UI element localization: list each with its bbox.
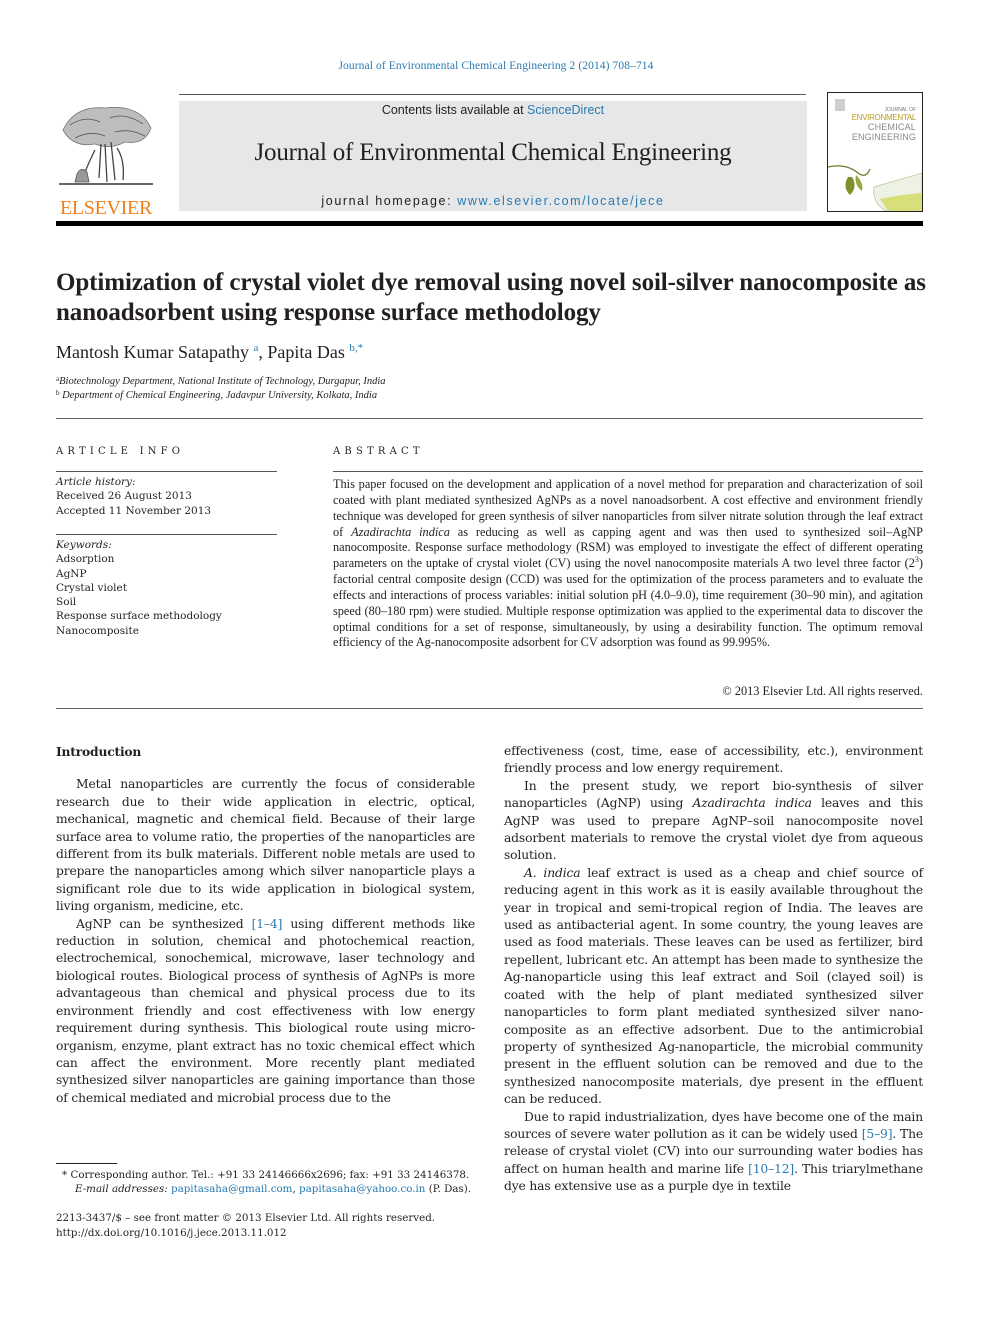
paragraph-text: leaf extract is used as a cheap and chie… [504,865,923,1107]
keyword: Adsorption [56,553,115,566]
received-date: Received 26 August 2013 [56,490,192,503]
reference-link[interactable]: [5–9] [862,1127,893,1141]
masthead-thick-rule [56,221,923,226]
keywords-label: Keywords: [56,539,112,551]
author-separator: , [258,342,268,362]
affiliation-mark[interactable]: b,* [349,342,363,354]
email-note: E-mail addresses: papitasaha@gmail.com, … [75,1182,471,1197]
affiliation-text: Department of Chemical Engineering, Jada… [62,390,378,401]
paragraph-text: Due to rapid industrialization, dyes hav… [504,1109,923,1141]
introduction-heading: Introduction [56,744,142,759]
author-list: Mantosh Kumar Satapathy a, Papita Das b,… [56,342,363,363]
article-history-label: Article history: [56,476,136,488]
reference-link[interactable]: [1–4] [252,917,283,931]
abstract-heading: ABSTRACT [333,446,424,457]
body-paragraph: A. indica leaf extract is used as a chea… [504,865,923,1109]
cover-line-3: CHEMICAL [867,122,916,132]
keyword: Nanocomposite [56,624,139,637]
front-matter-note: 2213-3437/$ – see front matter © 2013 El… [56,1212,436,1224]
body-right-column: effectiveness (cost, time, ease of acces… [504,743,923,1196]
keyword: Soil [56,596,77,609]
author-name[interactable]: Mantosh Kumar Satapathy [56,342,249,362]
journal-title: Journal of Environmental Chemical Engine… [254,139,732,166]
corresponding-author-note: * Corresponding author. Tel.: +91 33 241… [62,1168,469,1183]
email-link[interactable]: papitasaha@gmail.com [171,1183,292,1195]
article-info-rule [56,471,277,472]
homepage-line: journal homepage: www.elsevier.com/locat… [179,194,807,208]
affiliation-rule [56,418,923,419]
paragraph-text: using different methods like reduction i… [56,916,475,1105]
email-link[interactable]: papitasaha@yahoo.co.in [299,1183,425,1195]
abstract-bottom-rule [56,708,923,709]
keyword: AgNP [56,567,87,580]
affiliation-b: b Department of Chemical Engineering, Ja… [56,389,377,401]
footnote-star: * [62,1169,68,1181]
species-name: Azadirachta indica [692,796,812,811]
affiliation-text: Biotechnology Department, National Insti… [59,376,386,387]
homepage-prefix: journal homepage: [321,194,458,208]
doi-link[interactable]: http://dx.doi.org/10.1016/j.jece.2013.11… [56,1226,287,1241]
article-history: Article history: Received 26 August 2013… [56,475,211,518]
journal-masthead: Contents lists available at ScienceDirec… [179,101,807,211]
author-name[interactable]: Papita Das [267,342,344,362]
keywords-block: Keywords: Adsorption AgNP Crystal violet… [56,538,222,638]
cover-leaf-flask-icon [828,165,922,211]
cover-publisher-mark [835,99,845,111]
header-rule [179,94,806,95]
elsevier-wordmark: ELSEVIER [59,197,153,219]
corresponding-text: Corresponding author. Tel.: +91 33 24146… [70,1169,470,1181]
cover-line-4: ENGINEERING [851,132,916,142]
reference-link[interactable]: [10–12] [748,1162,794,1176]
homepage-link[interactable]: www.elsevier.com/locate/jece [457,194,664,208]
email-suffix: (P. Das). [425,1183,472,1195]
body-left-column: Introduction Metal nanoparticles are cur… [56,743,475,1107]
elsevier-tree-icon [59,107,153,185]
abstract-rule [333,471,923,472]
body-paragraph: Due to rapid industrialization, dyes hav… [504,1109,923,1196]
footnote-rule [56,1163,117,1164]
body-paragraph: AgNP can be synthesized [1–4] using diff… [56,916,475,1107]
keyword: Response surface methodology [56,610,222,623]
body-paragraph: In the present study, we report bio-synt… [504,778,923,865]
abstract-body: This paper focused on the development an… [333,477,923,651]
article-info-heading: ARTICLE INFO [56,446,185,457]
elsevier-logo[interactable]: ELSEVIER [55,100,157,219]
contents-prefix: Contents lists available at [381,103,528,117]
keyword: Crystal violet [56,581,127,594]
accepted-date: Accepted 11 November 2013 [56,504,212,517]
affiliation-a: aBiotechnology Department, National Inst… [56,375,386,387]
journal-citation-link[interactable]: Journal of Environmental Chemical Engine… [0,60,992,72]
article-title: Optimization of crystal violet dye remov… [56,269,926,326]
body-paragraph: Metal nanoparticles are currently the fo… [56,777,475,914]
email-label: E-mail addresses: [75,1183,168,1195]
paragraph-text: AgNP can be synthesized [76,916,252,931]
cover-line-2: ENVIRONMENTAL [851,113,917,122]
keywords-rule [56,534,277,535]
journal-cover-thumbnail[interactable]: JOURNAL OF ENVIRONMENTAL CHEMICAL ENGINE… [827,92,923,212]
abstract-copyright: © 2013 Elsevier Ltd. All rights reserved… [722,684,923,698]
affiliation-mark: b [56,389,60,397]
species-name: A. indica [524,865,581,880]
species-name: Azadirachta indica [351,524,450,539]
contents-line: Contents lists available at ScienceDirec… [179,103,807,117]
body-paragraph: effectiveness (cost, time, ease of acces… [504,744,923,776]
sciencedirect-link[interactable]: ScienceDirect [527,103,604,117]
